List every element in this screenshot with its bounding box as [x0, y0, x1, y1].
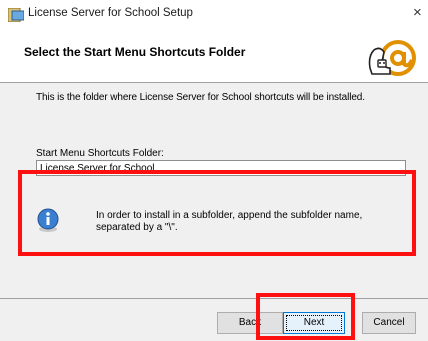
- cancel-button[interactable]: Cancel: [362, 312, 416, 334]
- setup-logo-at-sign-icon: [368, 40, 416, 76]
- description-text: This is the folder where License Server …: [36, 92, 365, 103]
- page-title: Select the Start Menu Shortcuts Folder: [24, 45, 246, 59]
- footer-separator: [0, 298, 428, 299]
- folder-label: Start Menu Shortcuts Folder:: [36, 148, 164, 159]
- window-title: License Server for School Setup: [28, 7, 193, 19]
- annotation-highlight-next: [256, 293, 355, 340]
- close-icon[interactable]: ×: [413, 5, 422, 20]
- annotation-highlight-folder: [18, 170, 416, 256]
- installer-icon: [8, 8, 24, 22]
